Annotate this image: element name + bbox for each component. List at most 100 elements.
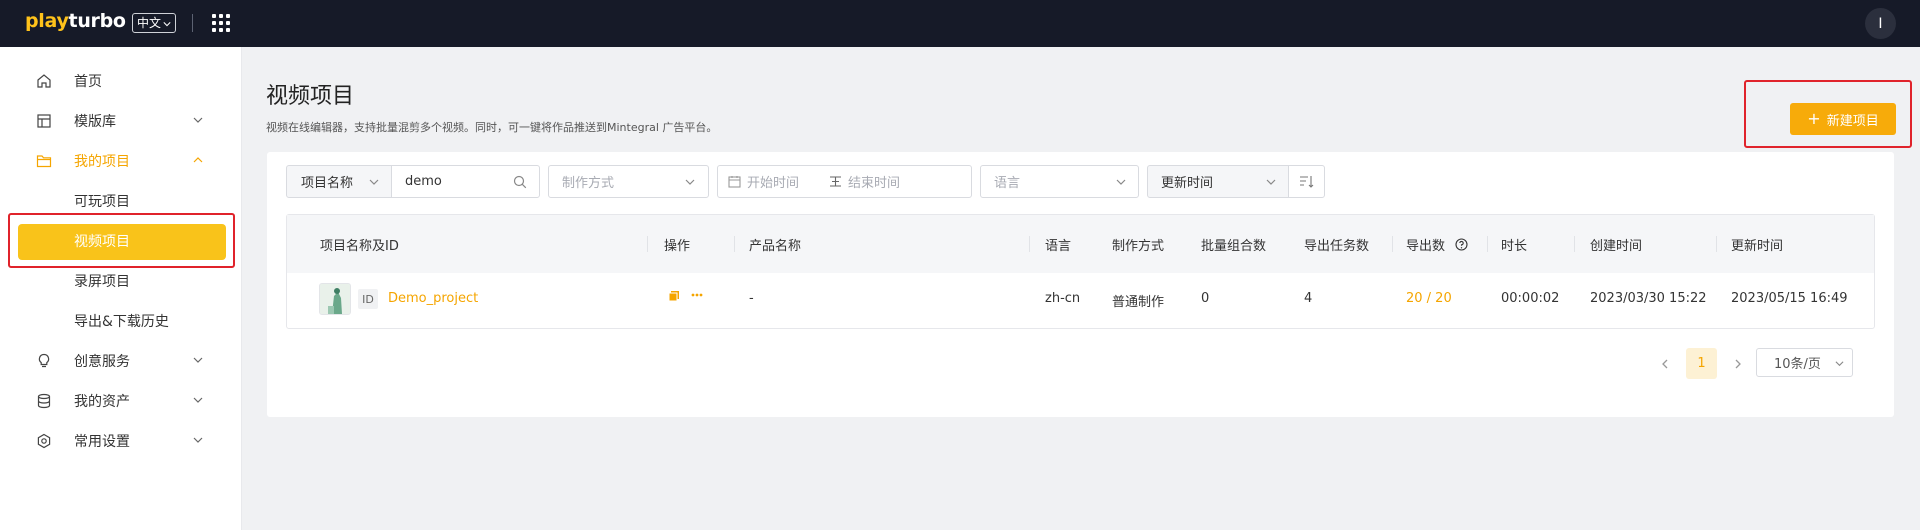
sidebar-item-label: 视频项目 <box>74 234 130 250</box>
chevron-down-icon <box>685 179 695 185</box>
column-header-language: 语言 <box>1045 239 1072 254</box>
sidebar-item-my-projects[interactable]: 我的项目 <box>0 141 241 181</box>
template-icon <box>37 114 51 128</box>
logo-turbo-text: turbo <box>68 10 126 32</box>
chevron-down-icon <box>193 397 203 403</box>
end-date-placeholder: 结束时间 <box>848 176 901 191</box>
sort-field-select[interactable]: 更新时间 <box>1147 165 1289 198</box>
divider <box>192 14 193 32</box>
avatar-initial: I <box>1878 15 1883 32</box>
sidebar-item-label: 常用设置 <box>74 434 130 450</box>
sidebar-item-creative-services[interactable]: 创意服务 <box>0 341 241 381</box>
sidebar-item-home[interactable]: 首页 <box>0 61 241 101</box>
column-header-export-tasks: 导出任务数 <box>1304 239 1370 254</box>
start-date-placeholder: 开始时间 <box>747 176 800 191</box>
column-header-method: 制作方式 <box>1112 239 1165 254</box>
project-thumbnail[interactable] <box>319 283 351 315</box>
column-divider <box>647 236 648 252</box>
cell-duration: 00:00:02 <box>1501 291 1560 306</box>
logo[interactable]: play turbo <box>25 10 126 36</box>
sidebar-item-label: 模版库 <box>74 114 116 130</box>
sidebar-item-templates[interactable]: 模版库 <box>0 101 241 141</box>
column-divider <box>734 236 735 252</box>
current-page-number: 1 <box>1697 356 1706 371</box>
column-divider <box>1029 236 1030 252</box>
chevron-down-icon <box>1835 361 1844 367</box>
range-separator-icon <box>830 176 842 187</box>
sidebar-item-my-assets[interactable]: 我的资产 <box>0 381 241 421</box>
project-name-link[interactable]: Demo_project <box>388 291 478 306</box>
home-icon <box>37 74 51 88</box>
help-icon[interactable] <box>1455 238 1468 251</box>
new-project-button[interactable]: + 新建项目 <box>1790 103 1896 135</box>
chevron-down-icon <box>193 357 203 363</box>
column-divider <box>1392 236 1393 252</box>
sidebar-item-label: 我的资产 <box>74 394 130 410</box>
page-size-label: 10条/页 <box>1774 357 1821 372</box>
more-icon[interactable] <box>691 293 703 297</box>
plus-icon: + <box>1807 109 1821 128</box>
cell-exports[interactable]: 20 / 20 <box>1406 291 1452 306</box>
sidebar: 首页 模版库 我的项目 可玩项目 视频项目 录屏项目 导出&下载历史 创意服务 … <box>0 47 242 530</box>
chevron-down-icon <box>163 22 171 27</box>
chevron-down-icon <box>1266 179 1276 185</box>
cell-created: 2023/03/30 15:22 <box>1590 291 1707 306</box>
cell-updated: 2023/05/15 16:49 <box>1731 291 1848 306</box>
column-header-actions: 操作 <box>664 239 691 254</box>
sidebar-item-label: 首页 <box>74 74 102 90</box>
column-divider <box>1487 236 1488 252</box>
chevron-right-icon <box>1735 359 1741 369</box>
column-header-batch: 批量组合数 <box>1201 239 1267 254</box>
column-header-product: 产品名称 <box>749 239 802 254</box>
column-divider <box>1716 236 1717 252</box>
search-field-select[interactable]: 项目名称 <box>286 165 392 198</box>
column-header-exports: 导出数 <box>1406 239 1446 254</box>
sidebar-item-settings[interactable]: 常用设置 <box>0 421 241 461</box>
pagination-page-current[interactable]: 1 <box>1686 348 1717 379</box>
method-select[interactable]: 制作方式 <box>548 165 709 198</box>
cell-method: 普通制作 <box>1112 295 1165 310</box>
language-placeholder: 语言 <box>994 176 1021 191</box>
logo-play-text: play <box>25 10 69 32</box>
chevron-left-icon <box>1662 359 1668 369</box>
sidebar-item-export-history[interactable]: 导出&下载历史 <box>0 301 241 341</box>
date-range-picker[interactable]: 开始时间 结束时间 <box>717 165 972 198</box>
projects-table: 项目名称及ID 操作 产品名称 语言 制作方式 批量组合数 导出任务数 导出数 … <box>286 214 1875 329</box>
chevron-down-icon <box>193 437 203 443</box>
sidebar-item-label: 录屏项目 <box>74 274 130 290</box>
pagination-next[interactable] <box>1730 348 1746 380</box>
start-date[interactable]: 开始时间 <box>728 172 799 191</box>
calendar-icon <box>728 176 741 188</box>
top-bar: play turbo 中文 I <box>0 0 1920 47</box>
folder-icon <box>36 155 52 168</box>
column-header-created: 创建时间 <box>1590 239 1643 254</box>
sort-icon <box>1300 176 1314 188</box>
search-field-select-label: 项目名称 <box>301 176 354 191</box>
new-project-label: 新建项目 <box>1826 113 1879 129</box>
language-selector[interactable]: 中文 <box>132 13 177 33</box>
column-divider <box>1574 236 1575 252</box>
page-description: 视频在线编辑器，支持批量混剪多个视频。同时，可一键将作品推送到Mintegral… <box>266 121 718 134</box>
end-date[interactable]: 结束时间 <box>829 172 900 191</box>
column-header-name: 项目名称及ID <box>320 239 399 254</box>
page-size-select[interactable]: 10条/页 <box>1756 348 1853 377</box>
id-tag[interactable]: ID <box>358 289 378 309</box>
thumbnail-image <box>320 284 350 314</box>
search-icon[interactable] <box>513 175 527 189</box>
sort-order-button[interactable] <box>1288 165 1325 198</box>
column-header-duration: 时长 <box>1501 239 1528 254</box>
chevron-down-icon <box>193 117 203 123</box>
apps-grid-icon[interactable] <box>212 14 230 32</box>
table-header: 项目名称及ID 操作 产品名称 语言 制作方式 批量组合数 导出任务数 导出数 … <box>287 215 1874 273</box>
search-input[interactable]: demo <box>391 165 540 198</box>
column-header-updated: 更新时间 <box>1731 239 1784 254</box>
settings-icon <box>37 433 51 449</box>
sidebar-item-label: 我的项目 <box>74 154 130 170</box>
page-title: 视频项目 <box>266 84 355 109</box>
chevron-down-icon <box>369 179 379 185</box>
avatar[interactable]: I <box>1865 8 1896 39</box>
pagination-prev[interactable] <box>1657 348 1673 380</box>
copy-icon[interactable] <box>668 290 680 302</box>
sidebar-item-label: 创意服务 <box>74 354 130 370</box>
language-select[interactable]: 语言 <box>980 165 1139 198</box>
